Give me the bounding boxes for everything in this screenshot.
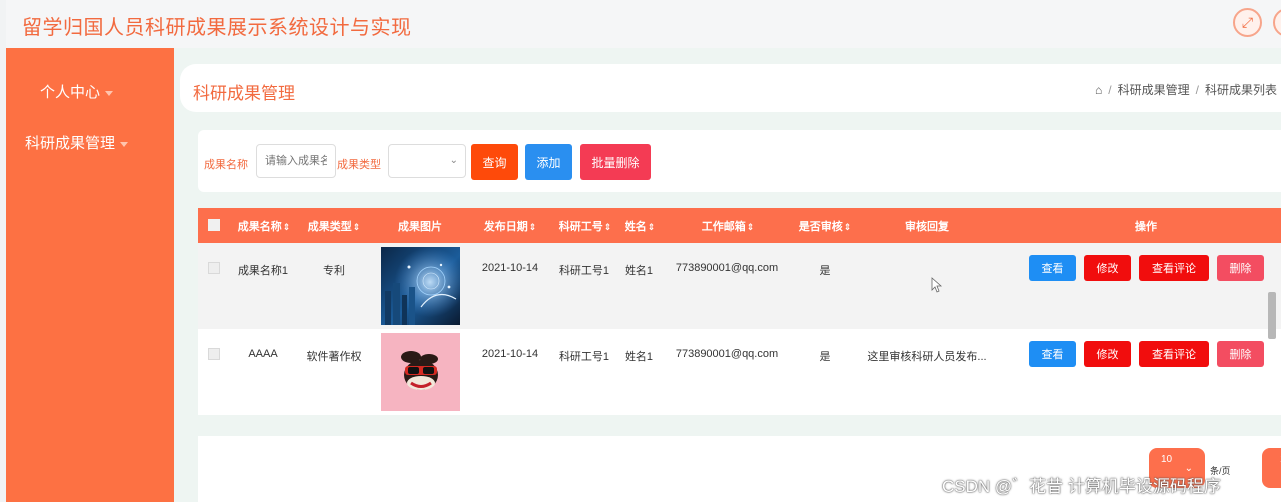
top-header: 留学归国人员科研成果展示系统设计与实现 ⤢ [6,0,1281,48]
sidebar: 个人中心 科研成果管理 [6,48,174,502]
city-network-image [381,247,460,325]
column-header-type[interactable]: 成果类型⇕ [308,218,361,234]
vertical-scrollbar[interactable] [1268,292,1276,339]
cell-name: AAAA [248,348,278,360]
sort-icon: ⇕ [746,222,755,232]
row-checkbox[interactable] [208,348,220,360]
home-icon[interactable]: ⌂ [1095,83,1102,97]
column-header-email[interactable]: 工作邮箱⇕ [702,218,755,234]
sidebar-item-personal-center[interactable]: 个人中心 [40,81,114,102]
add-button[interactable]: 添加 [525,144,572,180]
cell-date: 2021-10-14 [481,348,539,360]
caret-down-icon [105,90,114,96]
caret-down-icon [120,141,129,147]
app-title: 留学归国人员科研成果展示系统设计与实现 [22,17,412,39]
cell-date: 2021-10-14 [481,262,539,274]
column-header-person[interactable]: 姓名⇕ [625,218,656,234]
cell-email: 773890001@qq.com [675,262,779,274]
column-header-reply: 审核回复 [905,221,949,233]
cell-staff-id: 科研工号1 [558,265,610,277]
sort-icon: ⇕ [603,222,612,232]
breadcrumb: ⌂ / 科研成果管理 / 科研成果列表 [1095,83,1277,97]
breadcrumb-item[interactable]: 科研成果管理 [1118,83,1190,97]
title-bar: 科研成果管理 ⌂ / 科研成果管理 / 科研成果列表 [180,64,1281,112]
type-label: 成果类型 [337,159,381,171]
table-row: AAAA 软件著作权 2021-10-14 科研工号1 姓名1 77389000… [198,329,1281,415]
column-header-reviewed[interactable]: 是否审核⇕ [799,218,852,234]
main-content: 科研成果管理 ⌂/科研成果管理/科研成果列表 成果名称 成果类型 ⌄ 查询 添加… [174,48,1281,502]
view-comments-button[interactable]: 查看评论 [1139,341,1209,367]
breadcrumb-item: 科研成果列表 [1204,83,1277,97]
edit-button[interactable]: 修改 [1084,341,1131,367]
results-table: 成果名称⇕ 成果类型⇕ 成果图片 发布日期⇕ 科研工号⇕ 姓名⇕ 工作邮箱⇕ 是… [198,208,1281,415]
sort-icon: ⇕ [528,222,537,232]
view-comments-button[interactable]: 查看评论 [1139,255,1209,281]
monkey-cartoon-image [381,333,460,411]
view-button[interactable]: 查看 [1029,255,1076,281]
delete-button[interactable]: 删除 [1217,255,1264,281]
column-header-actions: 操作 [1135,221,1157,233]
sort-icon: ⇕ [282,222,291,232]
cell-person: 姓名1 [624,265,654,277]
type-select[interactable]: ⌄ [388,144,466,178]
table-row: 成果名称1 专利 2021-10-14 科研工号1 姓名1 773890001@… [198,243,1281,329]
batch-delete-button[interactable]: 批量删除 [580,144,651,180]
cell-email: 773890001@qq.com [675,348,779,360]
column-header-date[interactable]: 发布日期⇕ [484,218,537,234]
name-label: 成果名称 [204,159,248,171]
row-checkbox[interactable] [208,262,220,274]
sidebar-item-research-management[interactable]: 科研成果管理 [25,132,129,153]
search-panel: 成果名称 成果类型 ⌄ 查询 添加 批量删除 [198,130,1281,192]
sort-icon: ⇕ [647,222,656,232]
cell-person: 姓名1 [624,351,654,363]
sort-icon: ⇕ [843,222,852,232]
fullscreen-icon: ⤢ [1241,14,1254,30]
mouse-cursor-icon [931,277,943,293]
page-size-value: 10 [1161,454,1173,465]
page-title: 科研成果管理 [193,84,295,103]
column-header-name[interactable]: 成果名称⇕ [238,218,291,234]
chevron-down-icon: ⌄ [449,155,458,166]
cell-reviewed: 是 [819,351,831,363]
cell-name: 成果名称1 [237,265,289,277]
sidebar-item-label: 个人中心 [40,84,101,101]
sort-icon: ⇕ [352,222,361,232]
logout-button[interactable] [1273,8,1281,37]
sidebar-item-label: 科研成果管理 [25,135,116,152]
select-all-checkbox[interactable] [208,219,220,231]
delete-button[interactable]: 删除 [1217,341,1264,367]
column-header-image: 成果图片 [398,221,442,233]
cell-staff-id: 科研工号1 [558,351,610,363]
cell-type: 软件著作权 [306,351,362,363]
view-button[interactable]: 查看 [1029,341,1076,367]
page-number-button[interactable]: 1 [1262,448,1281,488]
name-search-input[interactable] [256,144,336,178]
table-header: 成果名称⇕ 成果类型⇕ 成果图片 发布日期⇕ 科研工号⇕ 姓名⇕ 工作邮箱⇕ 是… [198,208,1281,243]
column-header-staff-id[interactable]: 科研工号⇕ [559,218,612,234]
cell-reviewed: 是 [819,265,831,277]
cell-type: 专利 [323,265,345,277]
cell-reply: 这里审核科研人员发布... [867,351,987,363]
edit-button[interactable]: 修改 [1084,255,1131,281]
fullscreen-button[interactable]: ⤢ [1233,8,1262,37]
watermark: CSDN @゛花昔 计算机毕设源码程序 [942,477,1221,496]
query-button[interactable]: 查询 [471,144,518,180]
